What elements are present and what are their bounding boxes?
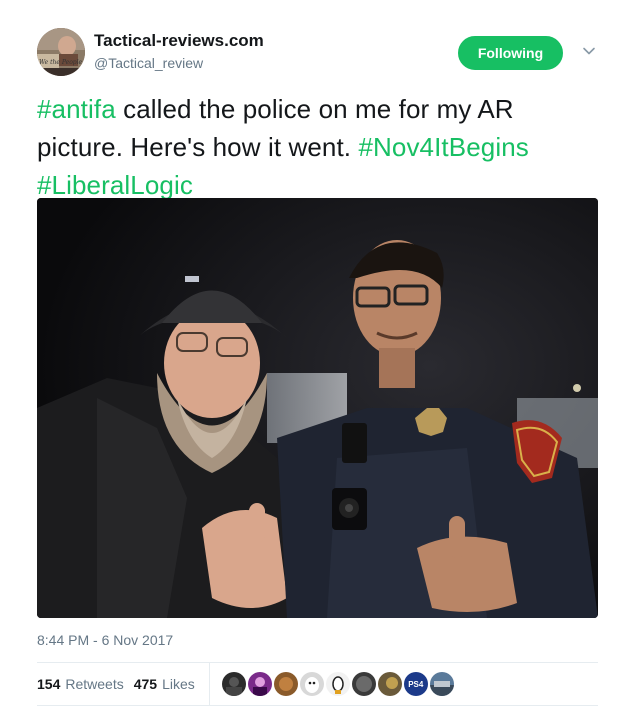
likes-stat[interactable]: 475 Likes (134, 676, 195, 692)
liker-avatar-1[interactable] (221, 672, 246, 696)
tweet-card: We the People Tactical-reviews.com @Tact… (0, 0, 628, 706)
liker-avatar-2-icon (252, 677, 267, 696)
chevron-down-icon (583, 47, 595, 55)
retweets-label: Retweets (65, 676, 124, 692)
liker-avatar-8[interactable]: PS4 (403, 672, 428, 696)
hashtag-antifa[interactable]: #antifa (37, 94, 116, 124)
liker-avatar-5[interactable] (325, 672, 350, 696)
tweet-text: #antifa called the police on me for my A… (37, 90, 597, 204)
liker-avatar-2[interactable] (247, 672, 272, 696)
liker-avatar-8-text: PS4 (408, 679, 424, 689)
liker-avatar-4[interactable] (299, 672, 324, 696)
tweet-stats: 154 Retweets 475 Likes PS4 (37, 663, 598, 705)
author-avatar[interactable]: We the People (37, 28, 85, 76)
liker-avatar-7-icon (385, 677, 398, 689)
tweet-timestamp[interactable]: 8:44 PM - 6 Nov 2017 (37, 632, 173, 648)
likes-count: 475 (133, 676, 158, 692)
liker-avatar-5-icon (332, 676, 344, 694)
liker-avatar-6[interactable] (351, 672, 376, 696)
tweet-menu-button[interactable] (578, 40, 600, 62)
retweets-count: 154 (37, 676, 61, 692)
stats-separator (208, 663, 210, 705)
photo-illustration (37, 198, 598, 618)
likes-label: Likes (162, 676, 195, 692)
hashtag-nov4itbegins[interactable]: #Nov4ItBegins (358, 132, 528, 162)
liker-avatar-1-icon (225, 677, 242, 696)
liker-avatar-4-icon (304, 677, 319, 693)
profile-avatar-icon: We the People (37, 28, 85, 76)
svg-text:We the People: We the People (39, 59, 83, 66)
hashtag-liberallogic[interactable]: #LiberalLogic (37, 170, 193, 200)
liker-avatar-3[interactable] (273, 672, 298, 696)
liker-avatar-6-icon (355, 676, 372, 692)
liker-avatars: PS4 (221, 672, 456, 696)
liker-avatar-9-icon (429, 681, 454, 696)
liker-avatar-7[interactable] (377, 672, 402, 696)
author-handle[interactable]: @Tactical_review (94, 55, 203, 71)
following-button[interactable]: Following (458, 36, 563, 70)
liker-avatar-3-icon (278, 677, 293, 691)
tweet-photo[interactable] (37, 198, 598, 618)
liker-avatar-9[interactable] (429, 672, 454, 696)
retweets-stat[interactable]: 154 Retweets (37, 676, 124, 692)
author-display-name[interactable]: Tactical-reviews.com (94, 31, 264, 51)
